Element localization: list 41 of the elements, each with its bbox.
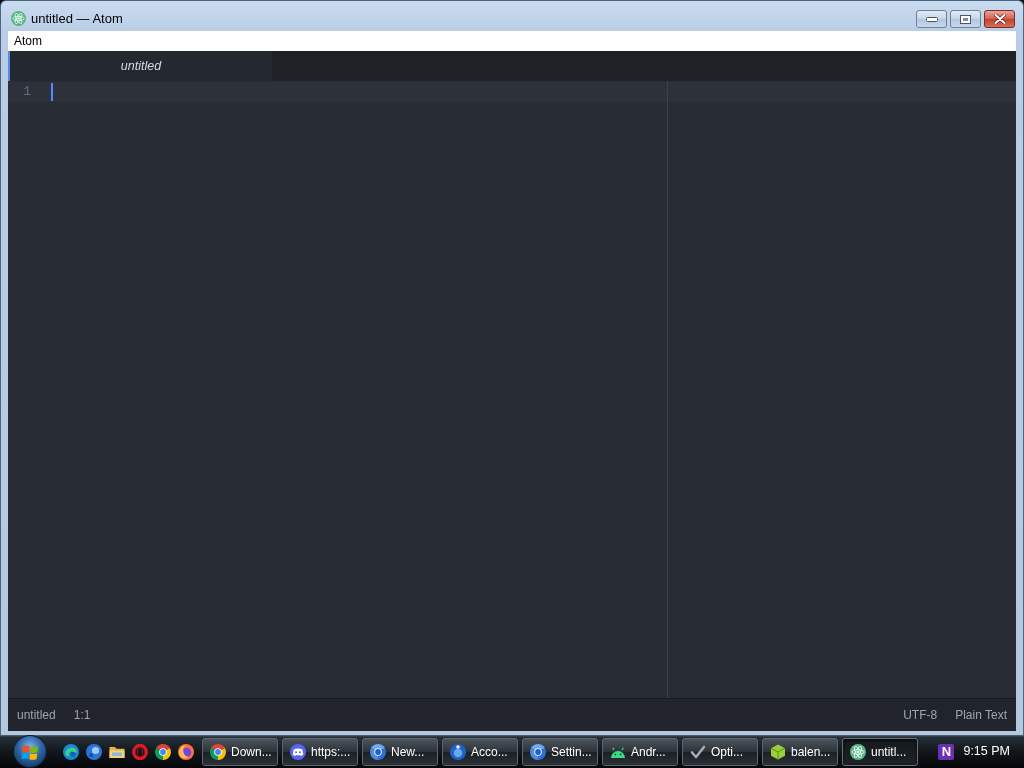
grammar-label[interactable]: Plain Text (955, 707, 1007, 723)
ring-circle-icon (370, 743, 386, 760)
taskbar-button[interactable]: balen... (762, 737, 838, 766)
file-name-label[interactable]: untitled (17, 707, 56, 723)
minimize-icon (925, 16, 938, 22)
tray-app-icon[interactable]: N (938, 743, 955, 760)
taskbar-button[interactable]: Opti... (682, 737, 758, 766)
clock[interactable]: 9:15 PM (963, 742, 1010, 761)
start-button[interactable] (13, 735, 47, 768)
taskbar-button[interactable]: https:... (282, 737, 358, 766)
encoding-label[interactable]: UTF-8 (903, 707, 938, 723)
controller-icon (290, 743, 306, 760)
tricolor-circle-icon[interactable] (155, 743, 171, 760)
atom-icon (11, 11, 26, 26)
taskbar-button[interactable]: Settin... (522, 737, 598, 766)
tricolor-circle-icon (210, 743, 226, 760)
menu-item[interactable]: Atom (8, 33, 48, 49)
cursor-position[interactable]: 1:1 (73, 707, 91, 723)
window-title: untitled — Atom (31, 11, 123, 27)
editor-tab[interactable]: untitled (8, 51, 272, 81)
wave-circle-icon[interactable] (63, 743, 79, 760)
close-icon (993, 14, 1006, 24)
taskbar-button[interactable]: New... (362, 737, 438, 766)
ring-circle-icon (530, 743, 546, 760)
taskbar-button[interactable]: Acco... (442, 737, 518, 766)
taskbar-button[interactable]: Andr... (602, 737, 678, 766)
swirl-circle-icon[interactable] (178, 743, 194, 760)
close-button[interactable] (984, 10, 1015, 28)
orb-icon (450, 743, 466, 760)
taskbar-button[interactable]: Down... (202, 737, 278, 766)
text-cursor (51, 83, 53, 101)
atom-icon (850, 743, 866, 760)
globe-icon[interactable] (86, 743, 102, 760)
o-ring-icon[interactable] (132, 743, 148, 760)
cube-icon (770, 743, 786, 760)
line-number: 1 (22, 84, 31, 100)
maximize-button[interactable] (950, 10, 981, 28)
taskbar-button[interactable]: untitl... (842, 737, 918, 766)
checkmark-icon (690, 743, 706, 760)
minimize-button[interactable] (916, 10, 947, 28)
maximize-icon (960, 14, 971, 24)
